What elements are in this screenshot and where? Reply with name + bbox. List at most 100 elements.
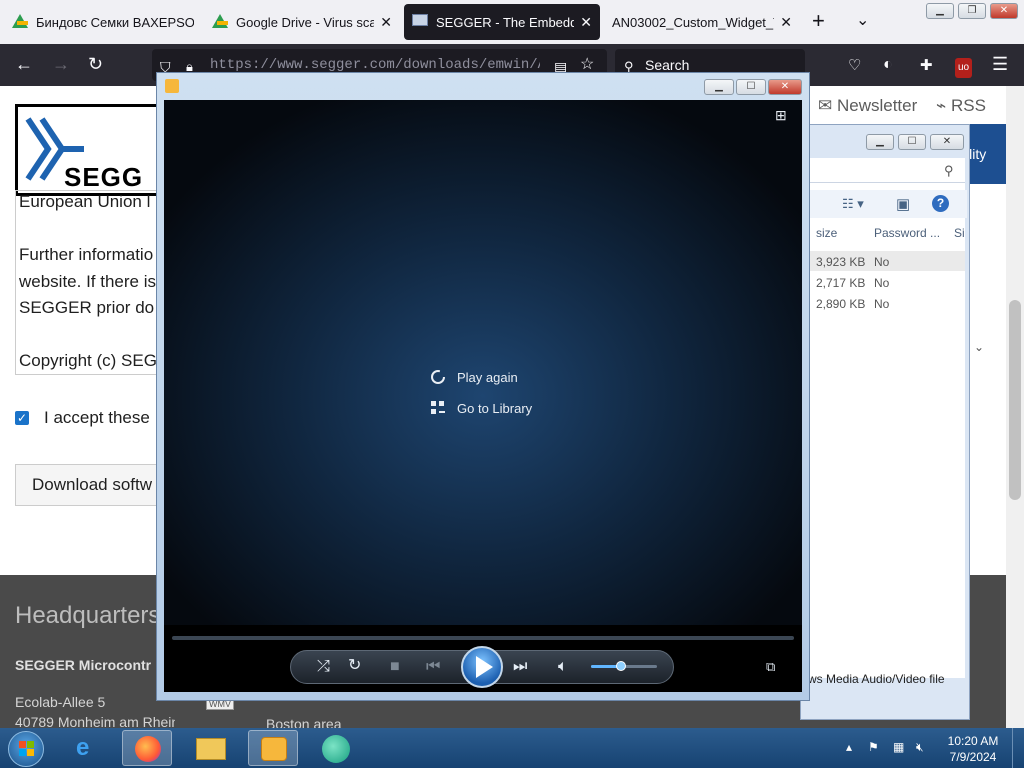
menu-icon[interactable]: ☰ bbox=[992, 54, 1008, 74]
close-tab-icon[interactable]: ✕ bbox=[380, 14, 392, 31]
search-icon: ⚲ bbox=[944, 163, 954, 178]
preview-pane-icon[interactable]: ▣ bbox=[896, 195, 910, 213]
chevron-down-icon[interactable]: ⌄ bbox=[856, 10, 869, 30]
explorer-close-button[interactable]: ✕ bbox=[930, 134, 964, 150]
google-drive-icon bbox=[212, 14, 228, 30]
explorer-maximize-button[interactable]: ☐ bbox=[898, 134, 926, 150]
column-header-password[interactable]: Password ... bbox=[874, 226, 940, 240]
network-icon[interactable]: ▦ bbox=[893, 740, 904, 754]
segger-favicon bbox=[412, 14, 428, 30]
app-taskbar-button[interactable] bbox=[312, 730, 362, 766]
license-line: Copyright (c) SEG bbox=[19, 351, 157, 370]
explorer-taskbar-button[interactable] bbox=[186, 730, 236, 766]
file-password-cell[interactable]: No bbox=[874, 276, 889, 290]
accept-checkbox[interactable]: ✓ bbox=[15, 411, 29, 425]
license-line: website. If there is bbox=[19, 272, 157, 291]
close-tab-icon[interactable]: ✕ bbox=[580, 14, 592, 31]
license-line: European Union l bbox=[19, 192, 151, 211]
switch-to-library-icon[interactable]: ⊞ bbox=[775, 107, 787, 124]
tab-title: AN03002_Custom_Widget_Type bbox=[612, 14, 774, 30]
seek-bar[interactable] bbox=[172, 636, 794, 640]
url-text[interactable]: https://www.segger.com/downloads/emwin/A… bbox=[210, 57, 540, 73]
action-center-flag-icon[interactable]: ⚑ bbox=[868, 740, 879, 754]
player-close-button[interactable]: ✕ bbox=[768, 79, 802, 95]
video-area[interactable] bbox=[164, 100, 802, 692]
close-button[interactable]: ✕ bbox=[990, 3, 1018, 19]
view-options-icon[interactable]: ☷ ▾ bbox=[842, 196, 864, 212]
accept-label[interactable]: I accept these bbox=[44, 408, 164, 428]
next-icon[interactable]: ⏭ bbox=[513, 659, 527, 675]
explorer-minimize-button[interactable]: ▁ bbox=[866, 134, 894, 150]
explorer-search-input[interactable] bbox=[810, 158, 965, 183]
show-hidden-icons[interactable]: ▴ bbox=[846, 740, 852, 754]
license-line: Further informatio bbox=[19, 245, 154, 264]
volume-slider-knob[interactable] bbox=[616, 661, 626, 671]
media-player-icon bbox=[261, 737, 287, 761]
google-drive-icon bbox=[12, 14, 28, 30]
search-placeholder[interactable]: Search bbox=[645, 57, 689, 73]
firefox-icon bbox=[135, 736, 161, 762]
file-size-cell[interactable]: 2,717 KB bbox=[816, 276, 865, 290]
help-icon[interactable]: ? bbox=[932, 195, 949, 212]
media-player-taskbar-button[interactable] bbox=[248, 730, 298, 766]
file-password-cell[interactable]: No bbox=[874, 297, 889, 311]
stop-icon[interactable]: ■ bbox=[390, 659, 400, 675]
previous-icon[interactable]: ⏮ bbox=[426, 659, 440, 675]
tab-strip: Биндовс Семки BAXEPSOF Google Drive - Vi… bbox=[0, 0, 1024, 44]
scrollbar-thumb[interactable] bbox=[1009, 300, 1021, 500]
segger-logo-text: SEGG bbox=[64, 162, 144, 192]
internet-explorer-taskbar-button[interactable]: e bbox=[64, 730, 114, 766]
internet-explorer-icon: e bbox=[76, 734, 90, 761]
restore-button[interactable]: ❐ bbox=[958, 3, 986, 19]
file-password-cell[interactable]: No bbox=[874, 255, 889, 269]
ublock-icon[interactable]: uo bbox=[955, 58, 973, 78]
back-arrow-icon[interactable]: ← bbox=[15, 54, 33, 74]
newsletter-link[interactable]: ✉ Newsletter bbox=[818, 96, 917, 116]
clock-date: 7/9/2024 bbox=[949, 750, 997, 764]
go-to-library-link[interactable]: Go to Library bbox=[430, 400, 532, 416]
newsletter-label: Newsletter bbox=[836, 96, 918, 115]
browser-tab-3-active[interactable]: SEGGER - The Embedded E ✕ bbox=[404, 4, 600, 40]
file-size-cell[interactable]: 2,890 KB bbox=[816, 297, 865, 311]
explorer-status-text: ws Media Audio/Video file bbox=[808, 672, 945, 686]
show-desktop-button[interactable] bbox=[1012, 728, 1024, 768]
scroll-down-icon[interactable]: ⌄ bbox=[974, 340, 984, 354]
forward-arrow-icon[interactable]: → bbox=[52, 54, 70, 74]
app-icon bbox=[322, 735, 350, 763]
taskbar-clock[interactable]: 10:20 AM 7/9/2024 bbox=[940, 733, 1006, 765]
pocket-icon[interactable]: ♡ bbox=[848, 56, 861, 76]
extensions-icon[interactable]: ✚ bbox=[920, 56, 933, 76]
start-button[interactable] bbox=[8, 731, 44, 767]
player-maximize-button[interactable]: ☐ bbox=[736, 79, 766, 95]
footer-headquarters-heading: Headquarters bbox=[15, 602, 160, 629]
volume-icon[interactable]: 🔈︎ bbox=[558, 659, 568, 675]
rss-link[interactable]: ⌁ RSS bbox=[936, 96, 986, 116]
download-button-label[interactable]: Download softw bbox=[32, 475, 160, 495]
rss-label: RSS bbox=[950, 96, 986, 115]
contrast-extension-icon[interactable]: ◐ bbox=[883, 55, 893, 75]
tab-title: Биндовс Семки BAXEPSOF bbox=[36, 14, 194, 30]
browser-tab-1[interactable]: Биндовс Семки BAXEPSOF bbox=[4, 4, 202, 40]
file-size-cell[interactable]: 3,923 KB bbox=[816, 255, 865, 269]
footer-company-name: SEGGER Microcontr bbox=[15, 657, 152, 673]
switch-to-now-playing-icon[interactable]: ⧉ bbox=[766, 659, 775, 675]
repeat-icon[interactable]: ↻ bbox=[348, 658, 361, 674]
tab-title: SEGGER - The Embedded E bbox=[436, 14, 575, 30]
play-again-label: Play again bbox=[457, 369, 518, 385]
browser-tab-4[interactable]: AN03002_Custom_Widget_Type ✕ bbox=[604, 4, 800, 40]
close-tab-icon[interactable]: ✕ bbox=[780, 14, 792, 31]
column-header-si[interactable]: Si bbox=[954, 226, 965, 240]
new-tab-icon[interactable]: + bbox=[812, 10, 825, 32]
shuffle-icon[interactable]: ⤮ bbox=[317, 659, 330, 675]
reload-icon[interactable]: ↻ bbox=[88, 54, 103, 74]
firefox-taskbar-button[interactable] bbox=[122, 730, 172, 766]
browser-tab-2[interactable]: Google Drive - Virus scan w ✕ bbox=[204, 4, 400, 40]
minimize-button[interactable]: ▁ bbox=[926, 3, 954, 19]
media-player-title-icon bbox=[165, 79, 179, 93]
volume-muted-icon[interactable]: 🔇︎ bbox=[916, 740, 924, 755]
column-header-size[interactable]: size bbox=[816, 226, 837, 240]
play-again-link[interactable]: Play again bbox=[430, 369, 518, 385]
folder-icon bbox=[196, 738, 226, 760]
license-line: SEGGER prior do bbox=[19, 298, 155, 317]
player-minimize-button[interactable]: ▁ bbox=[704, 79, 734, 95]
